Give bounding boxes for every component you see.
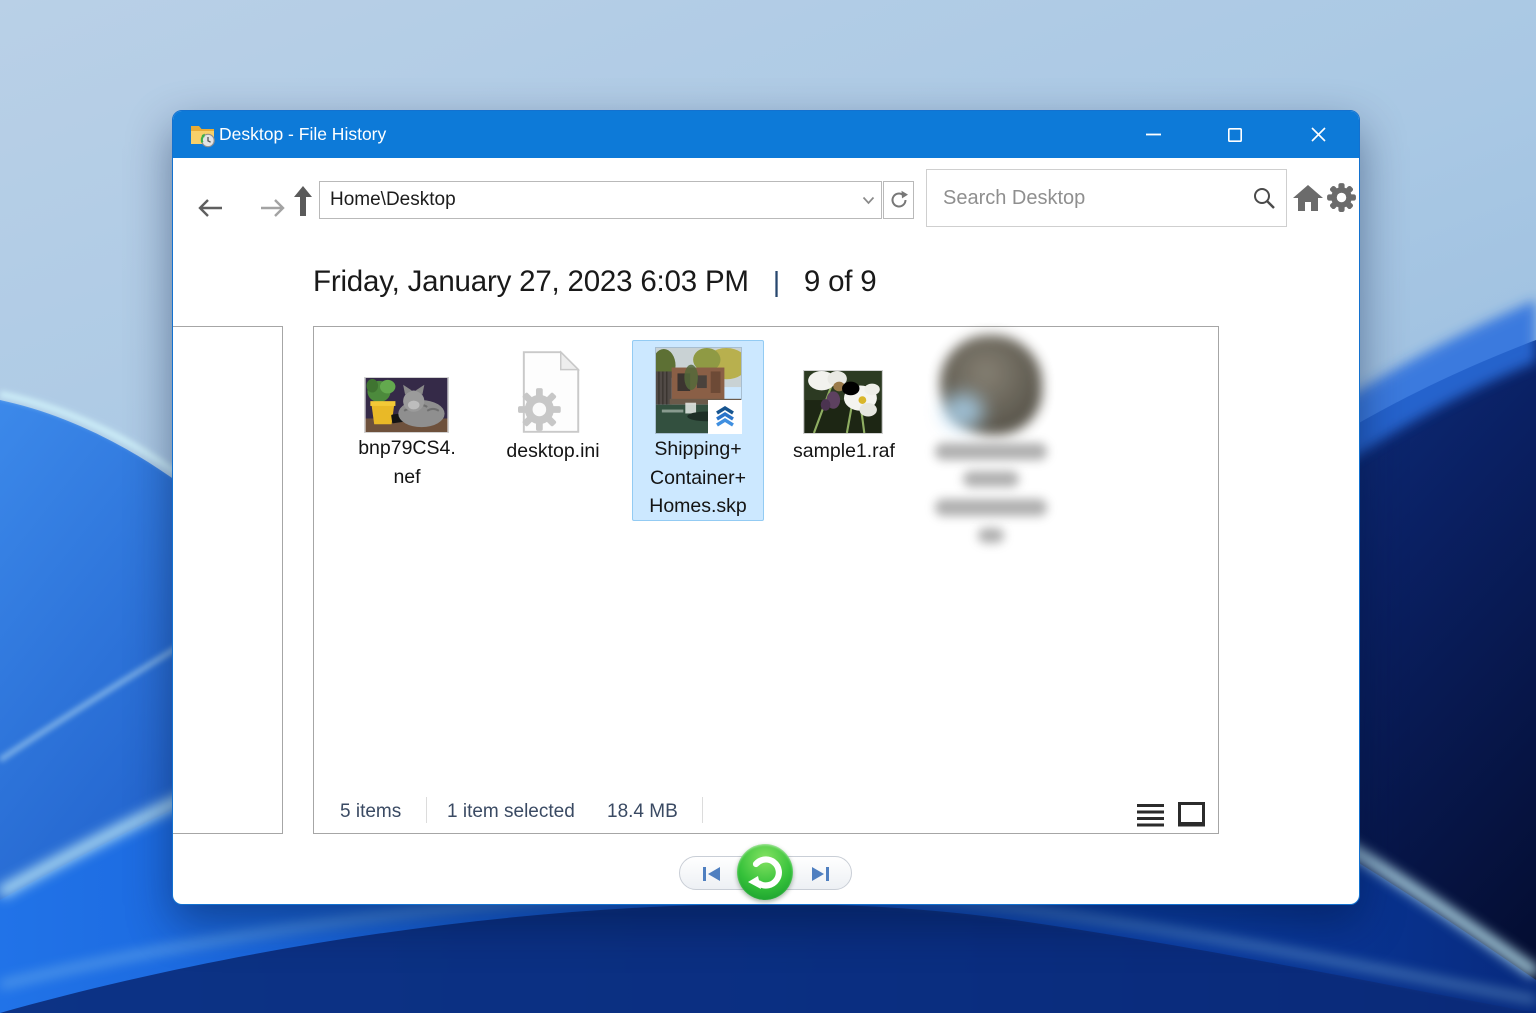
forward-button[interactable] [258, 197, 288, 224]
folder-history-icon [191, 126, 215, 148]
home-icon [1293, 185, 1323, 211]
maximize-icon [1228, 127, 1242, 142]
next-version-button[interactable] [789, 857, 851, 891]
previous-history-pane-peek[interactable] [173, 326, 283, 834]
settings-button[interactable] [1325, 181, 1358, 214]
restore-button[interactable] [737, 844, 793, 900]
back-button[interactable] [195, 197, 225, 224]
sketchup-badge-icon [708, 400, 742, 434]
history-position: 9 of 9 [803, 265, 877, 298]
redacted-label-line [935, 443, 1047, 460]
file-label-selected[interactable]: Shipping+ Container+ Homes.skp [632, 435, 764, 521]
file-label[interactable]: desktop.ini [488, 437, 618, 466]
previous-version-button[interactable] [680, 857, 742, 891]
status-divider [702, 797, 703, 823]
close-button[interactable] [1295, 111, 1341, 158]
address-bar [319, 181, 882, 219]
search-box [926, 169, 1287, 227]
titlebar: Desktop - File History [173, 111, 1359, 158]
search-icon [1254, 188, 1275, 209]
search-button[interactable] [1242, 170, 1286, 226]
window-title: Desktop - File History [219, 124, 387, 144]
thumbnail-view-button[interactable] [1178, 802, 1205, 832]
forward-arrow-icon [261, 199, 285, 217]
search-input[interactable] [927, 186, 1242, 210]
up-button[interactable] [291, 185, 315, 222]
restore-arrow-icon [748, 856, 782, 889]
file-icon-desktop-ini[interactable] [518, 349, 586, 435]
redacted-icon-highlight [942, 393, 984, 429]
file-label[interactable]: sample1.raf [779, 437, 909, 466]
list-view-icon [1137, 804, 1164, 827]
status-item-count: 5 items [340, 801, 402, 822]
previous-version-icon [702, 867, 720, 881]
status-selection: 1 item selected [447, 801, 575, 822]
back-arrow-icon [198, 199, 222, 217]
minimize-button[interactable] [1130, 111, 1176, 158]
file-thumbnail-flowers-photo[interactable] [803, 370, 883, 434]
up-arrow-icon [294, 186, 312, 216]
redacted-label-line [978, 528, 1004, 543]
minimize-icon [1145, 133, 1161, 136]
file-label[interactable]: bnp79CS4. nef [342, 434, 472, 491]
list-view-button[interactable] [1137, 803, 1164, 832]
refresh-button[interactable] [883, 181, 914, 219]
desktop: Desktop - File History Home\Desktop Sear… [0, 0, 1536, 1013]
history-heading: Friday, January 27, 2023 6:03 PM | 9 of … [313, 261, 877, 303]
next-version-icon [811, 867, 829, 881]
close-icon [1310, 127, 1326, 142]
redacted-label-line [963, 471, 1019, 487]
thumbnail-view-icon [1178, 802, 1205, 827]
files-pane: bnp79CS4. nef desktop.ini Shipping+ Cont… [313, 326, 1219, 834]
address-input[interactable] [320, 189, 855, 211]
file-thumbnail-cat-photo[interactable] [364, 377, 449, 433]
refresh-icon [891, 190, 908, 208]
home-button[interactable] [1292, 182, 1324, 214]
chevron-down-icon [862, 196, 874, 204]
settings-gear-icon [1327, 183, 1356, 212]
redacted-label-line [935, 499, 1047, 516]
address-dropdown-button[interactable] [855, 182, 881, 218]
status-selection-size: 18.4 MB [607, 801, 678, 822]
status-divider [426, 797, 427, 823]
heading-separator: | [772, 266, 780, 297]
maximize-button[interactable] [1212, 111, 1258, 158]
file-history-window: Desktop - File History Home\Desktop Sear… [172, 110, 1360, 905]
history-date: Friday, January 27, 2023 6:03 PM [313, 265, 749, 298]
